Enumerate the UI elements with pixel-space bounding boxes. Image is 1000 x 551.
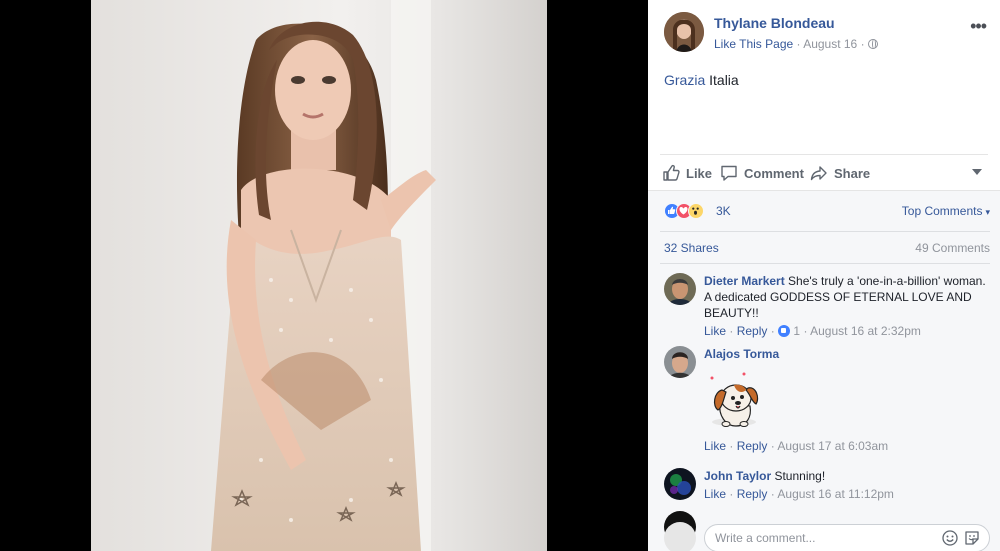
dog-sticker[interactable] [704, 372, 764, 434]
comment-like-link[interactable]: Like [704, 439, 726, 453]
comment-content: Dieter Markert She's truly a 'one-in-a-b… [704, 273, 990, 321]
comment-button[interactable]: Comment [720, 160, 804, 186]
comment-like-link[interactable]: Like [704, 324, 726, 338]
thumbs-up-icon [663, 164, 680, 181]
comment-label: Comment [744, 165, 804, 181]
commenter-avatar[interactable] [664, 273, 696, 305]
post-text: Grazia Italia [664, 72, 739, 88]
meta-separator: · [803, 324, 808, 338]
speech-bubble-icon [721, 165, 737, 181]
mention-link[interactable]: Grazia [664, 72, 705, 88]
comment-reaction-count[interactable]: 1 [793, 324, 800, 338]
meta-separator: · [770, 487, 775, 501]
post-side-panel: Thylane Blondeau Like This Page · August… [648, 0, 1000, 551]
reactions-and-comments: 3K Top Comments 32 Shares 49 Comments Di… [648, 190, 1000, 551]
comment-author-link[interactable]: Alajos Torma [704, 347, 779, 361]
commenter-avatar-image [664, 346, 696, 378]
like-button[interactable]: Like [662, 160, 712, 186]
post-meta: Like This Page · August 16 · [714, 37, 878, 51]
meta-separator: · [860, 37, 865, 51]
meta-separator: · [796, 37, 801, 51]
comment-meta: Like · Reply · August 17 at 6:03am [704, 438, 990, 454]
audience-dropdown-caret[interactable] [972, 169, 982, 175]
page-avatar-image [664, 12, 704, 52]
top-comments-dropdown[interactable]: Top Comments [902, 204, 990, 218]
comment-content: Alajos Torma [704, 346, 990, 362]
action-bar: Like Comment Share [662, 160, 988, 186]
divider [660, 231, 990, 232]
comment-meta: Like · Reply · 1 · August 16 at 2:32pm [704, 323, 990, 339]
reaction-icons[interactable] [664, 203, 714, 219]
globe-icon [867, 39, 878, 49]
dog-sticker-image [710, 372, 759, 427]
meta-separator: · [770, 324, 775, 338]
commenter-avatar-image [664, 468, 696, 500]
comment-body: Dieter Markert She's truly a 'one-in-a-b… [704, 273, 990, 339]
share-button[interactable]: Share [810, 160, 870, 186]
photo-viewer[interactable] [0, 0, 648, 551]
shares-count-link[interactable]: 32 Shares [664, 241, 719, 255]
comment-content: John Taylor Stunning! [704, 468, 990, 484]
comment-body: Alajos Torma Like · Reply · August 17 at… [704, 346, 990, 454]
more-options-button[interactable]: ••• [970, 17, 987, 35]
post-header: Thylane Blondeau Like This Page · August… [664, 12, 990, 56]
divider [660, 263, 990, 264]
reaction-count-link[interactable]: 3K [716, 204, 731, 218]
user-avatar [664, 522, 696, 551]
sticker-icon[interactable] [964, 530, 980, 546]
post-text-rest: Italia [705, 72, 739, 88]
comment-reply-link[interactable]: Reply [737, 324, 768, 338]
comment-text: Stunning! [771, 469, 826, 483]
comment-author-link[interactable]: Dieter Markert [704, 274, 785, 288]
commenter-avatar[interactable] [664, 346, 696, 378]
post-photo[interactable] [91, 0, 547, 551]
meta-separator: · [729, 439, 734, 453]
share-label: Share [834, 165, 871, 181]
comment-composer [648, 515, 1000, 551]
comment-timestamp[interactable]: August 16 at 11:12pm [777, 487, 894, 501]
comment-author-link[interactable]: John Taylor [704, 469, 771, 483]
smiley-icon[interactable] [942, 530, 958, 546]
comments-count-link[interactable]: 49 Comments [915, 241, 990, 255]
page-name-link[interactable]: Thylane Blondeau [714, 15, 835, 31]
page-avatar[interactable] [664, 12, 704, 52]
like-page-link[interactable]: Like This Page [714, 37, 793, 51]
divider [660, 154, 988, 155]
post-date[interactable]: August 16 [803, 37, 857, 51]
meta-separator: · [729, 487, 734, 501]
like-reaction-icon [778, 325, 791, 337]
comment-timestamp[interactable]: August 16 at 2:32pm [810, 324, 921, 338]
comment-timestamp[interactable]: August 17 at 6:03am [777, 439, 888, 453]
comment-reply-link[interactable]: Reply [737, 487, 768, 501]
share-arrow-icon [810, 166, 827, 181]
meta-separator: · [729, 324, 734, 338]
photo-illustration [91, 0, 547, 551]
commenter-avatar-image [664, 273, 696, 305]
wow-reaction-icon [688, 203, 704, 219]
comment-meta: Like · Reply · August 16 at 11:12pm [704, 486, 990, 502]
reaction-summary: 3K Top Comments [664, 201, 990, 221]
commenter-avatar[interactable] [664, 468, 696, 500]
meta-separator: · [770, 439, 775, 453]
wow-face-icon [692, 207, 699, 215]
comment-like-link[interactable]: Like [704, 487, 726, 501]
like-label: Like [686, 165, 713, 181]
comment-reply-link[interactable]: Reply [737, 439, 768, 453]
comment-body: John Taylor Stunning! Like · Reply · Aug… [704, 468, 990, 502]
